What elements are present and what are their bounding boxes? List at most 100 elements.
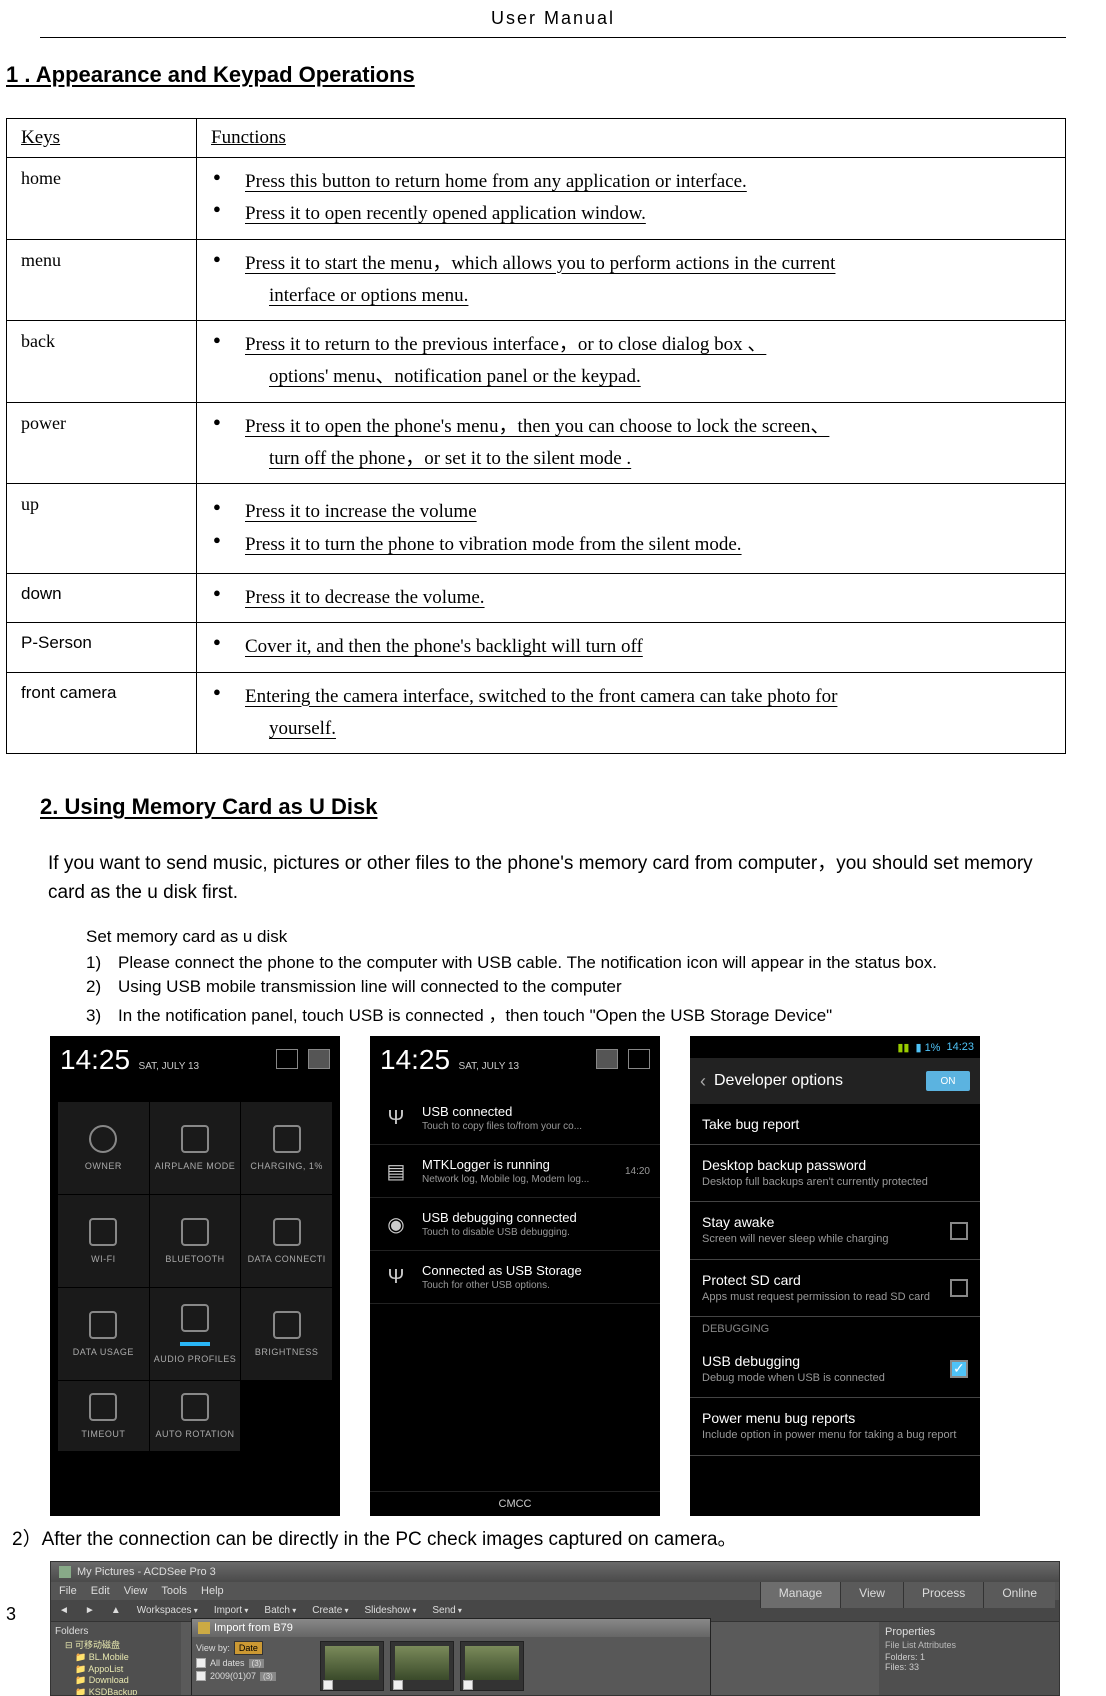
notification-item[interactable]: ΨConnected as USB StorageTouch for other… <box>370 1251 660 1304</box>
signal-icon: ▮▮ <box>897 1041 909 1054</box>
dev-option-desktop-backup-password[interactable]: Desktop backup passwordDesktop full back… <box>690 1145 980 1202</box>
carrier-label: CMCC <box>370 1491 660 1516</box>
mode-tab-manage[interactable]: Manage <box>760 1582 840 1608</box>
log-icon: ▤ <box>380 1155 412 1187</box>
usb-icon: Ψ <box>380 1102 412 1134</box>
step-item: 3)In the notification panel, touch USB i… <box>86 1001 1066 1026</box>
dev-option-title: Stay awake <box>702 1214 968 1230</box>
qs-tile-airplane-mode[interactable]: AIRPLANE MODE <box>150 1102 241 1194</box>
dev-option-subtitle: Screen will never sleep while charging <box>702 1232 968 1246</box>
debugging-section-label: DEBUGGING <box>690 1317 980 1341</box>
all-dates-checkbox[interactable] <box>196 1658 206 1668</box>
toolbar-send[interactable]: Send <box>432 1605 462 1616</box>
phone-notifications: 14:25 SAT, JULY 13 ΨUSB connectedTouch t… <box>370 1036 660 1516</box>
dev-option-power-menu-bug-reports[interactable]: Power menu bug reportsInclude option in … <box>690 1398 980 1455</box>
sliders-icon <box>276 1049 298 1069</box>
fwd-nav-icon[interactable]: ► <box>85 1605 95 1616</box>
menu-help[interactable]: Help <box>201 1585 224 1597</box>
property-row: Folders: 1 <box>885 1652 1053 1662</box>
notification-title: Connected as USB Storage <box>422 1263 582 1278</box>
back-chevron-icon[interactable]: ‹ <box>700 1071 706 1092</box>
qs-tile-label: BRIGHTNESS <box>255 1347 319 1357</box>
menu-view[interactable]: View <box>124 1585 148 1597</box>
thumb-1[interactable] <box>320 1641 384 1691</box>
toolbar-create[interactable]: Create <box>312 1605 348 1616</box>
developer-options-switch[interactable]: ON <box>926 1071 970 1091</box>
func-power: Press it to open the phone's menu，then y… <box>197 402 1066 484</box>
acdsee-window: My Pictures - ACDSee Pro 3 FileEditViewT… <box>50 1561 1060 1696</box>
func-home: Press this button to return home from an… <box>197 158 1066 240</box>
notification-subtitle: Touch for other USB options. <box>422 1280 582 1291</box>
tree-item[interactable]: 📁 BL.Mobile <box>55 1652 177 1664</box>
key-menu: menu <box>7 239 197 321</box>
checkbox-icon[interactable] <box>950 1360 968 1378</box>
menu-edit[interactable]: Edit <box>91 1585 110 1597</box>
dev-option-stay-awake[interactable]: Stay awake Screen will never sleep while … <box>690 1202 980 1259</box>
tree-item[interactable]: 📁 KSDBackup <box>55 1687 177 1696</box>
import-dialog-title: Import from B79 <box>214 1622 293 1634</box>
mode-tab-process[interactable]: Process <box>903 1582 983 1608</box>
notification-item[interactable]: Ψ USB connected Touch to copy files to/fro… <box>370 1092 660 1145</box>
qs-tile-wi-fi[interactable]: WI-FI <box>58 1195 149 1287</box>
section2-title: 2. Using Memory Card as U Disk <box>40 794 1066 820</box>
back-nav-icon[interactable]: ◄ <box>59 1605 69 1616</box>
dev-option-take-bug-report[interactable]: Take bug report <box>690 1104 980 1145</box>
folders-panel-title: Folders <box>55 1626 177 1637</box>
toolbar-import[interactable]: Import <box>214 1605 249 1616</box>
up-nav-icon[interactable]: ▲ <box>111 1605 121 1616</box>
func-item: Press it to start the menu，which allows … <box>225 248 1055 313</box>
tree-root[interactable]: ⊟ 可移动磁盘 <box>55 1640 177 1652</box>
qs-tile-label: CHARGING, 1% <box>250 1161 323 1171</box>
func-P-Serson: Cover it, and then the phone's backlight… <box>197 623 1066 672</box>
dev-option-title: USB debugging <box>702 1353 968 1369</box>
toolbar-batch[interactable]: Batch <box>264 1605 296 1616</box>
qs-tile-data-usage[interactable]: DATA USAGE <box>58 1288 149 1380</box>
checkbox-icon[interactable] <box>950 1222 968 1240</box>
battery-icon: ▮ 1% <box>915 1041 940 1054</box>
properties-panel: Properties File List Attributes Folders:… <box>879 1622 1059 1696</box>
dev-option-usb-debugging[interactable]: USB debuggingDebug mode when USB is conn… <box>690 1341 980 1398</box>
notification-item[interactable]: ▤MTKLogger is runningNetwork log, Mobile… <box>370 1145 660 1198</box>
func-item: Press it to decrease the volume. <box>225 582 1055 614</box>
phone-developer-options: ▮▮ ▮ 1% 14:23 ‹ Developer options ON Tak… <box>690 1036 980 1516</box>
qs-tile-label: AUTO ROTATION <box>155 1429 234 1439</box>
qs-tile-data-connecti[interactable]: DATA CONNECTI <box>241 1195 332 1287</box>
phone2-time: 14:25 <box>380 1044 450 1075</box>
timeout-icon <box>89 1393 117 1421</box>
qs-tile-owner[interactable]: OWNER <box>58 1102 149 1194</box>
checkbox-icon[interactable] <box>950 1279 968 1297</box>
qs-tile-charging-[interactable]: CHARGING, 1% <box>241 1102 332 1194</box>
qs-tile-audio-profiles[interactable]: AUDIO PROFILES <box>150 1288 241 1380</box>
audio-indicator-icon <box>180 1342 210 1346</box>
notification-subtitle: Touch to copy files to/from your co... <box>422 1121 582 1132</box>
qs-tile-timeout[interactable]: TIMEOUT <box>58 1381 149 1451</box>
mode-tab-online[interactable]: Online <box>983 1582 1055 1608</box>
notification-title: MTKLogger is running <box>422 1157 589 1172</box>
thumb-3[interactable] <box>460 1641 524 1691</box>
notification-item[interactable]: ◉USB debugging connectedTouch to disable… <box>370 1198 660 1251</box>
menu-file[interactable]: File <box>59 1585 77 1597</box>
notification-title: USB connected <box>422 1104 582 1119</box>
notification-title: USB debugging connected <box>422 1210 577 1225</box>
folders-panel: Folders ⊟ 可移动磁盘📁 BL.Mobile📁 AppoList📁 Do… <box>51 1622 181 1696</box>
dev-option-protect-sd-card[interactable]: Protect SD cardApps must request permiss… <box>690 1260 980 1317</box>
date-checkbox[interactable] <box>196 1671 206 1681</box>
menu-tools[interactable]: Tools <box>161 1585 187 1597</box>
func-item: Press it to open recently opened applica… <box>225 198 1055 230</box>
toolbar-workspaces[interactable]: Workspaces <box>137 1605 198 1616</box>
thumb-2[interactable] <box>390 1641 454 1691</box>
bright-icon <box>273 1311 301 1339</box>
qs-tile-brightness[interactable]: BRIGHTNESS <box>241 1288 332 1380</box>
keys-functions-table: Keys Functions homePress this button to … <box>6 118 1066 754</box>
qs-tile-auto-rotation[interactable]: AUTO ROTATION <box>150 1381 241 1451</box>
tree-item[interactable]: 📁 AppoList <box>55 1664 177 1676</box>
mode-tab-view[interactable]: View <box>840 1582 903 1608</box>
qs-tile-bluetooth[interactable]: BLUETOOTH <box>150 1195 241 1287</box>
list-icon <box>308 1049 330 1069</box>
viewby-dropdown[interactable]: Date <box>234 1641 263 1655</box>
qs-tile-label: AIRPLANE MODE <box>155 1161 236 1171</box>
toolbar-slideshow[interactable]: Slideshow <box>365 1605 417 1616</box>
phone-quick-settings: 14:25 SAT, JULY 13 OWNERAIRPLANE MODECHA… <box>50 1036 340 1516</box>
qs-tile-label: DATA CONNECTI <box>248 1254 326 1264</box>
tree-item[interactable]: 📁 Download <box>55 1675 177 1687</box>
